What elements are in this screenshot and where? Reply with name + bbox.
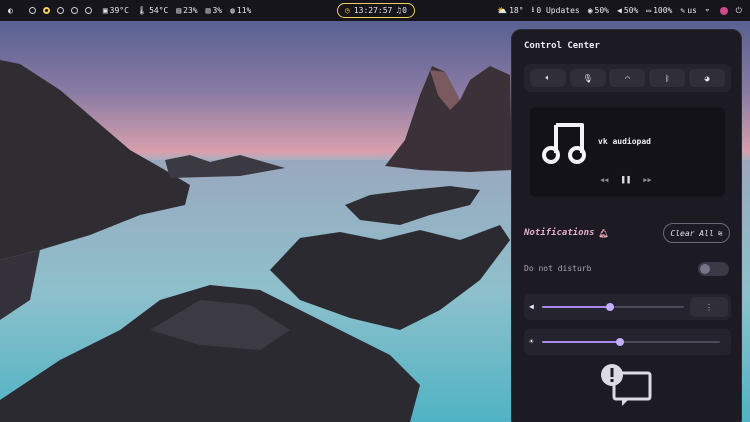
- volume-slider-row: ◀ ⋮: [524, 294, 731, 320]
- updates-module[interactable]: ⭳ 0 Updates: [532, 4, 580, 18]
- mixer-icon: ⋮: [705, 302, 713, 312]
- bell-icon: ♫: [396, 6, 402, 15]
- clock-icon: ◷: [344, 6, 350, 15]
- volume-module[interactable]: ◀ 50%: [617, 6, 638, 15]
- top-bar: ◐ ▣ 39°C 🌡︎ 54°C ▤ 23% ▥ 3% ◍ 11% ◷ 13:27:57 …: [0, 0, 750, 21]
- speaker-icon: 🔈︎: [545, 73, 551, 82]
- cpu-usage-icon: ▥: [205, 6, 211, 15]
- workspace-1[interactable]: [28, 7, 36, 14]
- volume-slider-fill: [542, 306, 611, 308]
- launcher-button[interactable]: ◐: [8, 6, 15, 15]
- no-notifications-icon: [601, 364, 652, 406]
- memory-icon: ▤: [176, 6, 182, 15]
- weather-module[interactable]: ⛅ 18°: [497, 6, 523, 15]
- audio-output-toggle[interactable]: 🔈︎: [529, 69, 566, 87]
- brightness-icon: ☀: [529, 337, 534, 346]
- microphone-toggle[interactable]: 🎙︎: [569, 69, 606, 87]
- speaker-icon: ◀: [617, 6, 622, 15]
- notifications-header: Notifications 🔔︎: [524, 228, 609, 238]
- brightness-module[interactable]: ◉ 50%: [588, 6, 609, 15]
- music-note-icon: [542, 123, 586, 164]
- clear-all-label: Clear All: [670, 228, 714, 238]
- control-center-title: Control Center: [524, 41, 600, 51]
- audio-mixer-button[interactable]: ⋮: [690, 297, 728, 317]
- disk-icon: ◍: [230, 6, 235, 15]
- brightness-slider-thumb[interactable]: [616, 338, 625, 346]
- wifi-icon: ⌔: [704, 6, 710, 15]
- do-not-disturb-toggle[interactable]: [698, 262, 729, 276]
- bluetooth-icon: ᛒ: [664, 73, 670, 83]
- bell-icon: 🔔︎: [598, 228, 609, 238]
- thermometer-icon: 🌡︎: [136, 6, 148, 15]
- distro-logo-icon: ◐: [8, 6, 13, 15]
- previous-track-icon[interactable]: ◀◀: [600, 176, 608, 184]
- clock-module[interactable]: ◷ 13:27:57 ♫ 0: [337, 3, 415, 18]
- memory-module[interactable]: ▤ 23%: [176, 6, 197, 15]
- brightness-slider-fill: [542, 341, 621, 343]
- wifi-icon: ◠: [625, 73, 630, 83]
- disk-module[interactable]: ◍ 11%: [230, 6, 251, 15]
- volume-icon: ◀: [529, 302, 534, 311]
- bluetooth-toggle[interactable]: ᛒ: [649, 69, 686, 87]
- keyboard-layout-module[interactable]: ✎ us: [680, 6, 696, 15]
- control-center-panel: Control Center 🔈︎ 🎙︎ ◠ ᛒ ◕ vk audiopad ◀…: [511, 29, 742, 422]
- download-icon: ⭳: [531, 4, 535, 14]
- volume-slider[interactable]: [542, 303, 684, 311]
- cpu-chip-icon: ▣: [102, 6, 108, 15]
- microphone-icon: 🎙︎: [582, 73, 593, 83]
- battery-icon: ▭: [646, 6, 652, 15]
- user-avatar[interactable]: [719, 6, 728, 15]
- volume-slider-thumb[interactable]: [606, 303, 615, 311]
- palette-icon: ◕: [704, 73, 710, 83]
- workspace-3[interactable]: [56, 7, 64, 14]
- workspace-4[interactable]: [70, 7, 78, 14]
- media-controls: ◀◀ ❚❚ ▶▶: [600, 175, 652, 185]
- wifi-module[interactable]: ⌔: [705, 6, 712, 15]
- next-track-icon[interactable]: ▶▶: [643, 176, 651, 184]
- clear-all-button[interactable]: Clear All ≋: [663, 223, 730, 243]
- workspace-5[interactable]: [84, 7, 92, 14]
- media-track-title: vk audiopad: [598, 137, 651, 146]
- do-not-disturb-label: Do not disturb: [524, 264, 592, 273]
- eye-icon: ◉: [587, 6, 593, 15]
- brightness-slider-row: ☀: [524, 329, 731, 355]
- clear-icon: ≋: [717, 228, 723, 238]
- cpu-module[interactable]: ▥ 3%: [206, 6, 222, 15]
- media-player: vk audiopad ◀◀ ❚❚ ▶▶: [530, 107, 725, 197]
- pause-icon[interactable]: ❚❚: [620, 175, 631, 185]
- keyboard-icon: ✎: [680, 6, 686, 15]
- theme-toggle[interactable]: ◕: [689, 69, 726, 87]
- power-icon: ⏻: [735, 5, 742, 15]
- workspace-2[interactable]: [42, 7, 50, 14]
- power-button[interactable]: ⏻: [736, 6, 744, 16]
- brightness-slider[interactable]: [542, 338, 720, 346]
- battery-module[interactable]: ▭ 100%: [646, 6, 672, 15]
- quick-toggles: 🔈︎ 🎙︎ ◠ ᛒ ◕: [524, 64, 731, 92]
- gpu-temp-module[interactable]: 🌡︎ 54°C: [137, 6, 168, 15]
- partly-cloudy-icon: ⛅: [497, 6, 508, 15]
- cpu-temp-module[interactable]: ▣ 39°C: [103, 6, 129, 15]
- wifi-toggle[interactable]: ◠: [609, 69, 646, 87]
- notifications-title: Notifications: [524, 228, 595, 238]
- toggle-knob: [700, 264, 710, 274]
